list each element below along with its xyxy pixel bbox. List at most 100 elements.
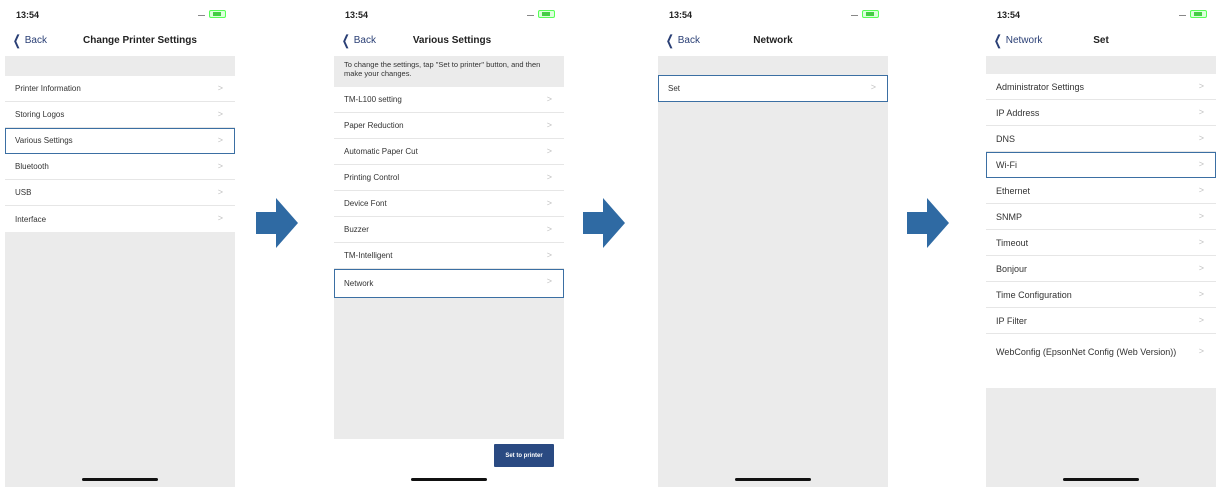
chevron-right-icon: > bbox=[1198, 133, 1204, 143]
battery-icon bbox=[1190, 10, 1207, 18]
signal-icon bbox=[527, 15, 534, 16]
list-item-buzzer[interactable]: Buzzer > bbox=[334, 217, 564, 243]
chevron-right-icon: > bbox=[1198, 289, 1204, 299]
chevron-right-icon: > bbox=[1198, 107, 1204, 117]
list-item-ethernet[interactable]: Ethernet > bbox=[986, 178, 1216, 204]
instruction-note: To change the settings, tap "Set to prin… bbox=[334, 56, 564, 87]
chevron-right-icon: > bbox=[1198, 237, 1204, 247]
list-item-label: Device Font bbox=[344, 199, 387, 208]
empty-area bbox=[334, 298, 564, 439]
list-item-bluetooth[interactable]: Bluetooth > bbox=[5, 154, 235, 180]
list-item-label: TM-Intelligent bbox=[344, 251, 393, 260]
chevron-right-icon: > bbox=[546, 276, 552, 286]
list-item-timeout[interactable]: Timeout > bbox=[986, 230, 1216, 256]
chevron-right-icon: > bbox=[217, 161, 223, 171]
empty-area bbox=[5, 232, 235, 487]
screen-change-printer-settings: 13:54 ❮ Back Change Printer Settings Pri… bbox=[5, 0, 235, 487]
status-bar: 13:54 bbox=[658, 0, 888, 30]
list-item-label: Network bbox=[344, 278, 374, 288]
list-item-automatic-paper-cut[interactable]: Automatic Paper Cut > bbox=[334, 139, 564, 165]
settings-list: Set > bbox=[658, 75, 888, 102]
chevron-right-icon: > bbox=[1198, 263, 1204, 273]
chevron-right-icon: > bbox=[546, 94, 552, 104]
battery-icon bbox=[538, 10, 555, 18]
list-item-label: Interface bbox=[15, 214, 47, 224]
chevron-right-icon: > bbox=[217, 83, 223, 93]
section-spacer bbox=[658, 56, 888, 75]
screen-set: 13:54 ❮ Network Set Administrator Settin… bbox=[986, 0, 1216, 487]
list-item-label: Timeout bbox=[996, 237, 1029, 248]
list-item-various-settings[interactable]: Various Settings > bbox=[5, 128, 235, 154]
home-indicator bbox=[82, 478, 158, 481]
list-item-usb[interactable]: USB > bbox=[5, 180, 235, 206]
nav-bar: ❮ Back Various Settings bbox=[334, 30, 564, 54]
list-item-ip-filter[interactable]: IP Filter > bbox=[986, 308, 1216, 334]
list-item-snmp[interactable]: SNMP > bbox=[986, 204, 1216, 230]
page-title: Change Printer Settings bbox=[83, 35, 197, 46]
list-item-label: TM-L100 setting bbox=[344, 95, 402, 104]
list-item-label: Storing Logos bbox=[15, 110, 65, 119]
list-item-label: WebConfig (EpsonNet Config (Web Version)… bbox=[996, 347, 1177, 357]
status-time: 13:54 bbox=[669, 10, 693, 20]
list-item-ip-address[interactable]: IP Address > bbox=[986, 100, 1216, 126]
battery-icon bbox=[209, 10, 226, 18]
list-item-device-font[interactable]: Device Font > bbox=[334, 191, 564, 217]
list-item-label: Printer Information bbox=[15, 84, 81, 93]
list-item-label: Automatic Paper Cut bbox=[344, 147, 418, 156]
arrow-right-icon bbox=[256, 198, 298, 248]
home-indicator bbox=[1063, 478, 1139, 481]
settings-list: Administrator Settings > IP Address > DNS >… bbox=[986, 74, 1216, 370]
empty-area bbox=[658, 102, 888, 487]
list-item-label: Printing Control bbox=[344, 173, 400, 182]
status-bar: 13:54 bbox=[5, 0, 235, 30]
list-item-interface[interactable]: Interface > bbox=[5, 206, 235, 232]
home-indicator bbox=[411, 478, 487, 481]
list-item-tm-l100-setting[interactable]: TM-L100 setting > bbox=[334, 87, 564, 113]
settings-list: Printer Information > Storing Logos > Vari… bbox=[5, 76, 235, 232]
list-item-time-configuration[interactable]: Time Configuration > bbox=[986, 282, 1216, 308]
list-item-webconfig[interactable]: WebConfig (EpsonNet Config (Web Version)… bbox=[986, 334, 1216, 370]
list-item-label: Paper Reduction bbox=[344, 121, 404, 130]
nav-bar: ❮ Network Set bbox=[986, 30, 1216, 54]
screen-various-settings: 13:54 ❮ Back Various Settings To change … bbox=[334, 0, 564, 487]
signal-icon bbox=[198, 15, 205, 16]
list-item-administrator-settings[interactable]: Administrator Settings > bbox=[986, 74, 1216, 100]
status-time: 13:54 bbox=[345, 10, 369, 20]
settings-list: TM-L100 setting > Paper Reduction > Automa… bbox=[334, 87, 564, 298]
section-spacer bbox=[986, 56, 1216, 74]
chevron-right-icon: > bbox=[1198, 159, 1204, 169]
chevron-right-icon: > bbox=[217, 109, 223, 119]
nav-bar: ❮ Back Network bbox=[658, 30, 888, 54]
list-item-network[interactable]: Network > bbox=[334, 269, 564, 298]
list-item-dns[interactable]: DNS > bbox=[986, 126, 1216, 152]
nav-bar: ❮ Back Change Printer Settings bbox=[5, 30, 235, 54]
chevron-right-icon: > bbox=[217, 187, 223, 197]
chevron-right-icon: > bbox=[546, 224, 552, 234]
set-to-printer-button[interactable]: Set to printer bbox=[494, 444, 554, 467]
list-item-label: Bonjour bbox=[996, 263, 1028, 274]
chevron-right-icon: > bbox=[546, 250, 552, 260]
list-item-printing-control[interactable]: Printing Control > bbox=[334, 165, 564, 191]
screen-network: 13:54 ❮ Back Network Set > bbox=[658, 0, 888, 487]
list-item-label: Various Settings bbox=[15, 136, 73, 145]
list-item-tm-intelligent[interactable]: TM-Intelligent > bbox=[334, 243, 564, 269]
list-item-bonjour[interactable]: Bonjour > bbox=[986, 256, 1216, 282]
section-spacer bbox=[5, 56, 235, 76]
home-indicator bbox=[735, 478, 811, 481]
list-item-paper-reduction[interactable]: Paper Reduction > bbox=[334, 113, 564, 139]
chevron-right-icon: > bbox=[1198, 346, 1204, 356]
list-item-label: Bluetooth bbox=[15, 162, 49, 171]
chevron-right-icon: > bbox=[546, 172, 552, 182]
list-item-set[interactable]: Set > bbox=[658, 75, 888, 102]
list-item-printer-information[interactable]: Printer Information > bbox=[5, 76, 235, 102]
list-item-label: IP Address bbox=[996, 107, 1040, 118]
chevron-right-icon: > bbox=[1198, 185, 1204, 195]
list-item-label: IP Filter bbox=[996, 315, 1027, 326]
list-item-storing-logos[interactable]: Storing Logos > bbox=[5, 102, 235, 128]
page-title: Various Settings bbox=[412, 35, 492, 46]
chevron-right-icon: > bbox=[217, 135, 223, 145]
status-bar: 13:54 bbox=[986, 0, 1216, 30]
list-item-wi-fi[interactable]: Wi-Fi > bbox=[986, 152, 1216, 178]
chevron-right-icon: > bbox=[1198, 211, 1204, 221]
list-item-label: Set bbox=[668, 83, 681, 93]
